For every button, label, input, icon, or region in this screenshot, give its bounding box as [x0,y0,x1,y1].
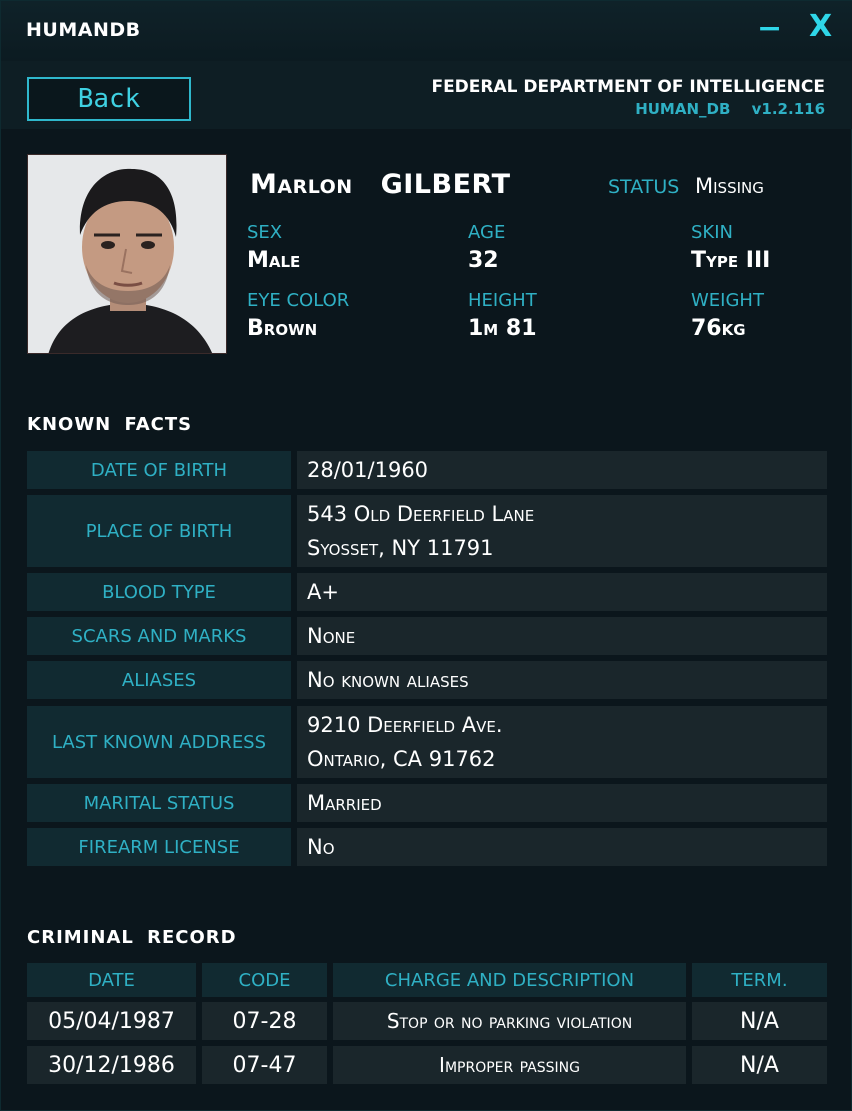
fact-label: SCARS AND MARKS [27,617,291,655]
attr-value: 32 [468,248,499,273]
column-header-code: CODE [202,963,327,997]
attr-label: SKIN [691,222,734,243]
attr-label: AGE [468,222,506,243]
attr-value: 1m 81 [468,316,537,341]
fact-line: A+ [307,580,339,604]
fact-label: DATE OF BIRTH [27,451,291,489]
fact-label: MARITAL STATUS [27,784,291,822]
fact-row-last-known-address: LAST KNOWN ADDRESS 9210 Deerfield Ave. O… [27,706,827,778]
status-value: Missing [695,174,764,198]
fact-row-marital-status: MARITAL STATUS Married [27,784,827,822]
attr-value: Brown [247,316,318,341]
record-code-cell: 07-47 [202,1046,327,1084]
fact-value: None [297,617,827,655]
column-header-term: TERM. [692,963,827,997]
minimize-icon[interactable]: − [757,11,782,46]
attr-weight: WEIGHT 76kg [691,290,764,341]
db-name: HUMAN_DB [635,100,731,118]
known-facts-title: KNOWN FACTS [27,414,193,435]
back-button[interactable]: Back [27,77,191,121]
fact-row-aliases: ALIASES No known aliases [27,661,827,699]
record-date-cell: 05/04/1987 [27,1002,196,1040]
last-name: GILBERT [380,169,511,200]
fact-label: LAST KNOWN ADDRESS [27,706,291,778]
db-version: v1.2.116 [751,100,825,118]
fact-line: 9210 Deerfield Ave. [307,713,503,737]
attr-label: HEIGHT [468,290,537,311]
fact-value: 28/01/1960 [297,451,827,489]
app-title: HUMANDB [26,19,141,41]
person-photo-icon [28,155,226,353]
attr-label: EYE COLOR [247,290,350,311]
fact-row-firearm-license: FIREARM LICENSE No [27,828,827,866]
first-name: Marlon [250,169,353,200]
title-bar: HUMANDB − X [1,1,852,61]
fact-label: PLACE OF BIRTH [27,495,291,567]
attr-skin: SKIN Type III [691,222,770,273]
record-term-cell: N/A [692,1046,827,1084]
fact-line: Ontario, CA 91762 [307,747,496,771]
attr-age: AGE 32 [468,222,505,273]
attr-value: Male [247,248,301,273]
fact-row-blood-type: BLOOD TYPE A+ [27,573,827,611]
profile-photo [27,154,227,354]
status-label: STATUS [608,176,680,198]
agency-name: FEDERAL DEPARTMENT OF INTELLIGENCE [431,77,825,97]
criminal-record-title: CRIMINAL RECORD [27,927,237,948]
close-icon[interactable]: X [809,9,832,44]
fact-row-scars-and-marks: SCARS AND MARKS None [27,617,827,655]
record-term-cell: N/A [692,1002,827,1040]
fact-value: A+ [297,573,827,611]
attr-eye-color: EYE COLOR Brown [247,290,349,341]
record-date-cell: 30/12/1986 [27,1046,196,1084]
fact-value: 543 Old Deerfield Lane Syosset, NY 11791 [297,495,827,567]
fact-value: 9210 Deerfield Ave. Ontario, CA 91762 [297,706,827,778]
record-code-cell: 07-28 [202,1002,327,1040]
fact-label: BLOOD TYPE [27,573,291,611]
person-name: Marlon GILBERT [250,169,511,200]
column-header-date: DATE [27,963,196,997]
attr-sex: SEX Male [247,222,300,273]
attr-label: WEIGHT [691,290,764,311]
fact-line: None [307,624,356,648]
app-window: HUMANDB − X Back FEDERAL DEPARTMENT OF I… [0,0,852,1111]
db-info: HUMAN_DB v1.2.116 [619,100,825,118]
column-header-charge: CHARGE AND DESCRIPTION [333,963,686,997]
attr-value: Type III [691,248,771,273]
fact-line: Married [307,791,382,815]
fact-value: No known aliases [297,661,827,699]
attr-value: 76kg [691,316,746,341]
fact-row-place-of-birth: PLACE OF BIRTH 543 Old Deerfield Lane Sy… [27,495,827,567]
record-charge-cell: Improper passing [333,1046,686,1084]
fact-row-date-of-birth: DATE OF BIRTH 28/01/1960 [27,451,827,489]
fact-label: FIREARM LICENSE [27,828,291,866]
fact-value: Married [297,784,827,822]
fact-value: No [297,828,827,866]
fact-line: Syosset, NY 11791 [307,536,494,560]
attr-label: SEX [247,222,283,243]
fact-line: No known aliases [307,668,469,692]
fact-line: 28/01/1960 [307,458,429,482]
attr-height: HEIGHT 1m 81 [468,290,537,341]
fact-line: 543 Old Deerfield Lane [307,502,535,526]
fact-label: ALIASES [27,661,291,699]
record-charge-cell: Stop or no parking violation [333,1002,686,1040]
fact-line: No [307,835,335,859]
